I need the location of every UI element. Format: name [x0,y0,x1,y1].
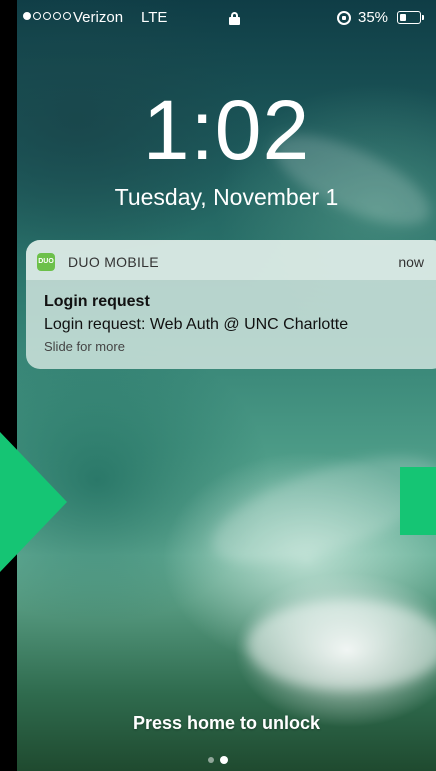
annotation-marker [400,467,436,535]
clock-date: Tuesday, November 1 [114,184,339,210]
notification-title: Login request [44,293,150,310]
orientation-lock-icon [337,11,351,25]
annotation-arrow [0,432,67,572]
duo-notification[interactable]: DUO DUO MOBILE now Login request Login r… [26,240,436,369]
carrier-name: Verizon [73,9,124,26]
lock-icon [229,12,240,25]
network-type: LTE [141,9,168,26]
notification-time: now [398,254,424,270]
unlock-hint: Press home to unlock [132,713,321,733]
notification-header: DUO DUO MOBILE now [26,240,436,280]
battery-percent: 35% [358,9,389,26]
battery-tip [422,15,424,20]
duo-app-icon: DUO [37,253,55,271]
signal-icon [23,12,71,20]
page-dot-active [220,756,228,764]
battery-icon [397,11,421,24]
page-dot [208,757,214,763]
wallpaper-wave [247,600,436,690]
page-indicator [208,756,228,764]
notification-app-name: DUO MOBILE [68,254,159,270]
lock-screen: Verizon LTE 35% 1:02 Tuesday, November 1… [17,0,436,771]
notification-body: Login request: Web Auth @ UNC Charlotte [44,316,349,333]
status-bar: Verizon LTE 35% [17,0,436,36]
battery-fill [399,13,406,21]
slide-for-more-hint: Slide for more [44,339,125,354]
clock-time: 1:02 [142,83,311,177]
